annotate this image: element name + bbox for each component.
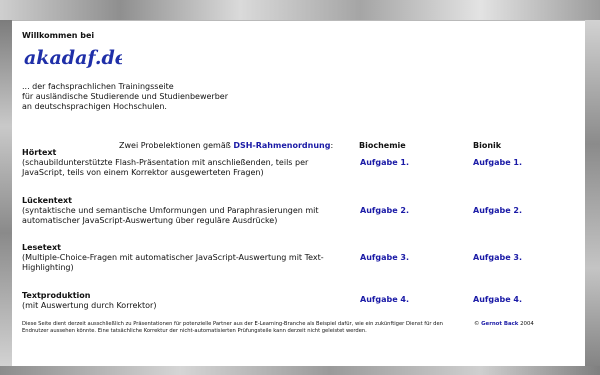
site-logo: akadaf.de [24, 47, 122, 69]
section-title: Textproduktion [22, 291, 91, 300]
column-header-biochemie: Biochemie [359, 141, 406, 150]
copyright: © Gernot Back 2004 [474, 321, 534, 327]
task-link-biochemie-2[interactable]: Aufgabe 2. [360, 206, 409, 215]
task-link-bionik-2[interactable]: Aufgabe 2. [473, 206, 522, 215]
welcome-heading: Willkommen bei [22, 31, 95, 40]
section-title: Lückentext [22, 196, 72, 205]
section-description: (syntaktische und semantische Umformunge… [22, 206, 319, 225]
column-header-bionik: Bionik [473, 141, 502, 150]
task-link-bionik-4[interactable]: Aufgabe 4. [473, 295, 522, 304]
intro-text: ... der fachsprachlichen Trainingsseite … [22, 82, 322, 112]
logo-text: akadaf.de [24, 47, 122, 69]
section-description: (schaubildunterstützte Flash-Präsentatio… [22, 158, 309, 177]
section-title: Hörtext [22, 148, 57, 157]
copyright-year: 2004 [520, 321, 534, 327]
task-link-biochemie-4[interactable]: Aufgabe 4. [360, 295, 409, 304]
author-link[interactable]: Gernot Back [481, 321, 518, 327]
task-link-bionik-1[interactable]: Aufgabe 1. [473, 158, 522, 167]
section-lesetext: Lesetext (Multiple-Choice-Fragen mit aut… [22, 243, 342, 273]
section-lueckentext: Lückentext (syntaktische und semantische… [22, 196, 342, 226]
section-description: (mit Auswertung durch Korrektor) [22, 301, 157, 310]
intro-line: an deutschsprachigen Hochschulen. [22, 102, 167, 111]
content-panel: Willkommen bei akadaf.de ... der fachspr… [12, 21, 585, 366]
intro-line: ... der fachsprachlichen Trainingsseite [22, 82, 174, 91]
task-link-biochemie-3[interactable]: Aufgabe 3. [360, 253, 409, 262]
footer-disclaimer: Diese Seite dient derzeit ausschließlich… [22, 321, 443, 334]
copyright-symbol: © [474, 321, 480, 327]
section-hoertext: Hörtext (schaubildunterstützte Flash-Prä… [22, 148, 342, 178]
section-textproduktion: Textproduktion (mit Auswertung durch Kor… [22, 291, 342, 311]
section-title: Lesetext [22, 243, 61, 252]
task-link-biochemie-1[interactable]: Aufgabe 1. [360, 158, 409, 167]
intro-line: für ausländische Studierende und Studien… [22, 92, 228, 101]
task-link-bionik-3[interactable]: Aufgabe 3. [473, 253, 522, 262]
section-description: (Multiple-Choice-Fragen mit automatische… [22, 253, 324, 272]
